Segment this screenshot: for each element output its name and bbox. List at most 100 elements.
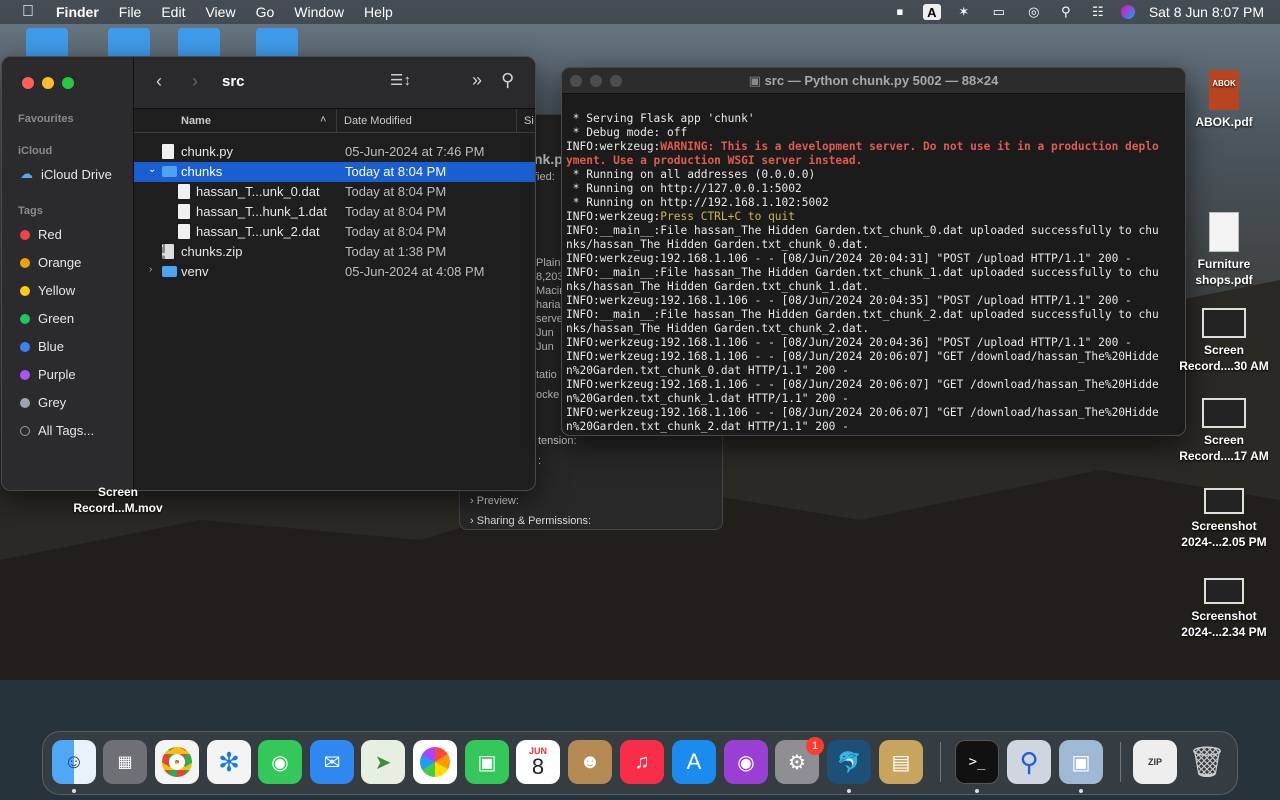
desktop-file-screen-record-2[interactable]: Screen Record....17 AM bbox=[1174, 398, 1274, 464]
sidebar-tag-orange[interactable]: Orange bbox=[20, 255, 81, 270]
preview-section-toggle[interactable]: › Preview: bbox=[470, 495, 519, 507]
sidebar-tag-grey[interactable]: Grey bbox=[20, 395, 66, 410]
sidebar-item-label: Orange bbox=[38, 255, 82, 270]
desktop-file-screen-record-mov[interactable]: Screen Record...M.mov bbox=[66, 484, 170, 516]
app-store-dock-icon[interactable]: A bbox=[672, 740, 716, 784]
archive-utility-dock-icon[interactable]: ▤ bbox=[879, 740, 923, 784]
sharing-section-toggle[interactable]: › Sharing & Permissions: bbox=[470, 515, 591, 527]
terminal-line: INFO:werkzeug:WARNING: This is a develop… bbox=[566, 140, 1181, 154]
zoom-button[interactable] bbox=[62, 77, 74, 89]
stop-recording-icon[interactable]: ⏹ bbox=[891, 4, 909, 20]
file-row-chunks-zip[interactable]: chunks.zip Today at 1:38 PM bbox=[134, 242, 535, 262]
mysql-workbench-dock-icon[interactable]: 🐬 bbox=[827, 740, 871, 784]
trash-dock-icon[interactable]: 🗑 bbox=[1185, 740, 1229, 784]
file-row-venv[interactable]: › venv 05-Jun-2024 at 4:08 PM bbox=[134, 262, 535, 282]
minimize-button[interactable] bbox=[42, 77, 54, 89]
control-center-icon[interactable]: ☷ bbox=[1089, 4, 1107, 20]
desktop-folder-icon[interactable] bbox=[108, 28, 150, 58]
sidebar-tag-green[interactable]: Green bbox=[20, 311, 74, 326]
finder-toolbar: ‹ › src ☰↕ » ⚲ bbox=[134, 57, 535, 109]
preview-dock-icon[interactable]: ▣ bbox=[1059, 740, 1103, 784]
view-options-icon[interactable]: ☰↕ bbox=[390, 71, 411, 89]
desktop-file-furniture-pdf[interactable]: Furniture shops.pdf bbox=[1174, 212, 1274, 288]
desktop-file-screen-record-1[interactable]: Screen Record....30 AM bbox=[1174, 308, 1274, 374]
messages-dock-icon[interactable]: ◉ bbox=[258, 740, 302, 784]
menu-view[interactable]: View bbox=[195, 4, 245, 20]
file-row-chunks-folder[interactable]: ⌄ chunks Today at 8:04 PM bbox=[134, 162, 535, 182]
desktop-file-abok-pdf[interactable]: ABOK ABOK.pdf bbox=[1174, 70, 1274, 130]
zip-stack-dock-icon[interactable]: ZIP bbox=[1133, 740, 1177, 784]
battery-icon[interactable]: ▭ bbox=[987, 4, 1011, 20]
chrome-dock-icon[interactable] bbox=[155, 740, 199, 784]
column-name[interactable]: Name bbox=[181, 115, 211, 127]
tag-dot-icon bbox=[20, 313, 30, 324]
finder-window[interactable]: Favourites iCloud ☁ iCloud Drive Tags Re… bbox=[1, 56, 536, 491]
menu-window[interactable]: Window bbox=[284, 4, 354, 20]
terminal-line: n%20Garden.txt_chunk_0.dat HTTP/1.1" 200… bbox=[566, 364, 849, 377]
input-source-icon[interactable]: A bbox=[922, 4, 941, 20]
menu-edit[interactable]: Edit bbox=[151, 4, 195, 20]
photos-dock-icon[interactable] bbox=[413, 740, 457, 784]
desktop-file-screenshot-2[interactable]: Screenshot 2024-...2.34 PM bbox=[1174, 578, 1274, 640]
bluetooth-icon[interactable]: ✶ bbox=[955, 4, 973, 20]
column-date-modified[interactable]: Date Modified bbox=[344, 115, 412, 127]
mail-dock-icon[interactable]: ✉ bbox=[310, 740, 354, 784]
safari-dock-icon[interactable]: ✻ bbox=[207, 740, 251, 784]
file-row-chunk-0[interactable]: hassan_T...unk_0.dat Today at 8:04 PM bbox=[134, 182, 535, 202]
python-file-icon bbox=[162, 144, 174, 159]
finder-dock-icon[interactable]: ☺ bbox=[52, 740, 96, 784]
file-row-chunk-py[interactable]: chunk.py 05-Jun-2024 at 7:46 PM bbox=[134, 142, 535, 162]
launchpad-dock-icon[interactable]: ▦ bbox=[103, 740, 147, 784]
close-button[interactable] bbox=[22, 77, 34, 89]
desktop-file-screenshot-1[interactable]: Screenshot 2024-...2.05 PM bbox=[1174, 488, 1274, 550]
sidebar-tag-red[interactable]: Red bbox=[20, 227, 62, 242]
cloud-icon: ☁ bbox=[20, 166, 33, 181]
search-icon[interactable]: ⚲ bbox=[1057, 4, 1075, 20]
forward-arrow-icon[interactable]: › bbox=[192, 71, 198, 92]
sidebar-tag-purple[interactable]: Purple bbox=[20, 367, 76, 382]
terminal-quit-hint: Press CTRL+C to quit bbox=[660, 210, 796, 223]
menu-file[interactable]: File bbox=[109, 4, 152, 20]
sidebar-all-tags[interactable]: All Tags... bbox=[20, 423, 94, 438]
wifi-icon[interactable]: ◎ bbox=[1025, 4, 1043, 20]
info-partial: tatio bbox=[536, 369, 557, 381]
terminal-window[interactable]: ▣ src — Python chunk.py 5002 — 88×24 * S… bbox=[561, 67, 1186, 436]
disclosure-open-icon[interactable]: ⌄ bbox=[148, 164, 156, 175]
sidebar-item-label: Red bbox=[38, 227, 62, 242]
sidebar-tag-blue[interactable]: Blue bbox=[20, 339, 64, 354]
file-row-chunk-2[interactable]: hassan_T...unk_2.dat Today at 8:04 PM bbox=[134, 222, 535, 242]
file-name: hassan_T...unk_0.dat bbox=[196, 184, 320, 199]
info-partial: Jun bbox=[536, 327, 554, 339]
finder-sidebar: Favourites iCloud ☁ iCloud Drive Tags Re… bbox=[2, 57, 134, 490]
more-chevron-icon[interactable]: » bbox=[472, 70, 482, 91]
back-arrow-icon[interactable]: ‹ bbox=[156, 71, 162, 92]
terminal-output[interactable]: * Serving Flask app 'chunk' * Debug mode… bbox=[566, 98, 1181, 435]
terminal-line: n%20Garden.txt_chunk_1.dat HTTP/1.1" 200… bbox=[566, 392, 849, 405]
file-row-chunk-1[interactable]: hassan_T...hunk_1.dat Today at 8:04 PM bbox=[134, 202, 535, 222]
terminal-dock-icon[interactable]: >_ bbox=[955, 740, 999, 784]
desktop-folder-icon[interactable] bbox=[178, 28, 220, 58]
sidebar-item-icloud-drive[interactable]: ☁ iCloud Drive bbox=[20, 166, 112, 182]
maps-dock-icon[interactable]: ➤ bbox=[361, 740, 405, 784]
siri-icon[interactable] bbox=[1120, 5, 1135, 19]
calendar-dock-icon[interactable]: JUN 8 bbox=[516, 740, 560, 784]
desktop-folder-icon[interactable] bbox=[26, 28, 68, 58]
menu-go[interactable]: Go bbox=[246, 4, 285, 20]
terminal-line: * Running on http://127.0.0.1:5002 bbox=[566, 182, 802, 195]
menu-help[interactable]: Help bbox=[354, 4, 403, 20]
quicktime-dock-icon[interactable]: ⚲ bbox=[1007, 740, 1051, 784]
disclosure-closed-icon[interactable]: › bbox=[149, 264, 152, 275]
podcasts-dock-icon[interactable]: ◉ bbox=[724, 740, 768, 784]
facetime-dock-icon[interactable]: ▣ bbox=[465, 740, 509, 784]
menu-clock[interactable]: Sat 8 Jun 8:07 PM bbox=[1149, 4, 1270, 20]
column-size[interactable]: Si bbox=[524, 115, 534, 127]
file-date: 05-Jun-2024 at 7:46 PM bbox=[345, 144, 485, 159]
apple-menu-icon[interactable]:  bbox=[10, 3, 46, 21]
sidebar-tag-yellow[interactable]: Yellow bbox=[20, 283, 75, 298]
search-icon[interactable]: ⚲ bbox=[501, 70, 514, 91]
desktop-folder-icon[interactable] bbox=[256, 28, 298, 58]
video-thumbnail-icon bbox=[1202, 398, 1246, 428]
music-dock-icon[interactable]: ♫ bbox=[620, 740, 664, 784]
menu-app-name[interactable]: Finder bbox=[46, 4, 109, 20]
contacts-dock-icon[interactable]: ☻ bbox=[568, 740, 612, 784]
